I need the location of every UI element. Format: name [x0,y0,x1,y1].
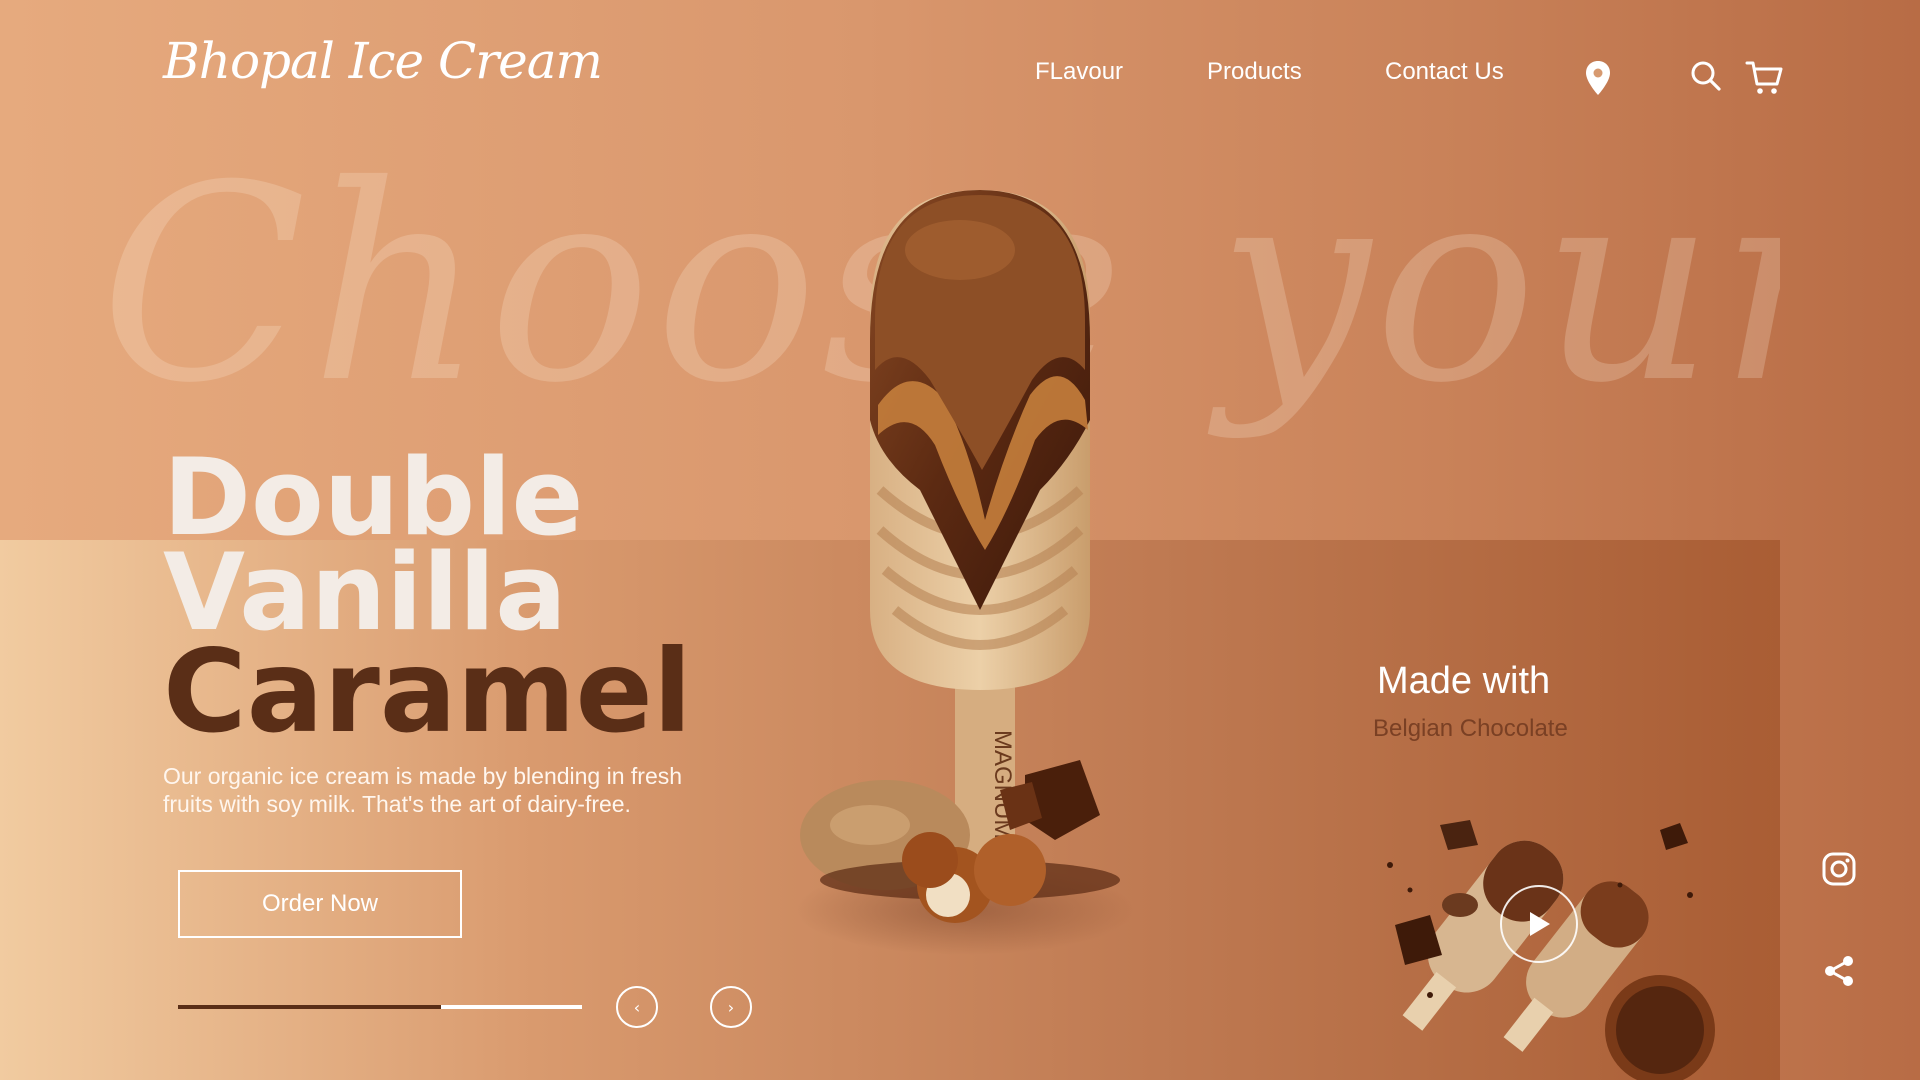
feature-subtitle: Belgian Chocolate [1373,715,1568,742]
slider-progress-fill [178,1005,441,1009]
nav-item-contact-us[interactable]: Contact Us [1385,58,1504,86]
play-video-button[interactable] [1500,885,1578,963]
nav-item-products[interactable]: Products [1207,58,1302,86]
share-icon[interactable] [1822,954,1856,992]
nav-item-flavour[interactable]: FLavour [1035,58,1123,86]
chevron-right-icon: › [727,997,735,1017]
ice-cream-bar-image: MAGNUM® [795,190,1135,955]
instagram-icon[interactable] [1822,852,1856,890]
hero-title-line-3: Caramel [163,625,692,758]
chevron-left-icon: ‹ [633,997,641,1017]
search-icon[interactable] [1690,60,1722,96]
feature-title: Made with [1377,660,1551,702]
play-icon [1530,912,1550,936]
slider-progress-bar [178,1005,582,1009]
brand-logo[interactable]: Bhopal Ice Cream [163,32,603,90]
order-now-button[interactable]: Order Now [178,870,462,938]
cart-icon[interactable] [1745,60,1783,100]
location-pin-icon[interactable] [1585,60,1611,100]
hero-description: Our organic ice cream is made by blendin… [163,763,683,817]
prev-slide-button[interactable]: ‹ [616,986,658,1028]
next-slide-button[interactable]: › [710,986,752,1028]
